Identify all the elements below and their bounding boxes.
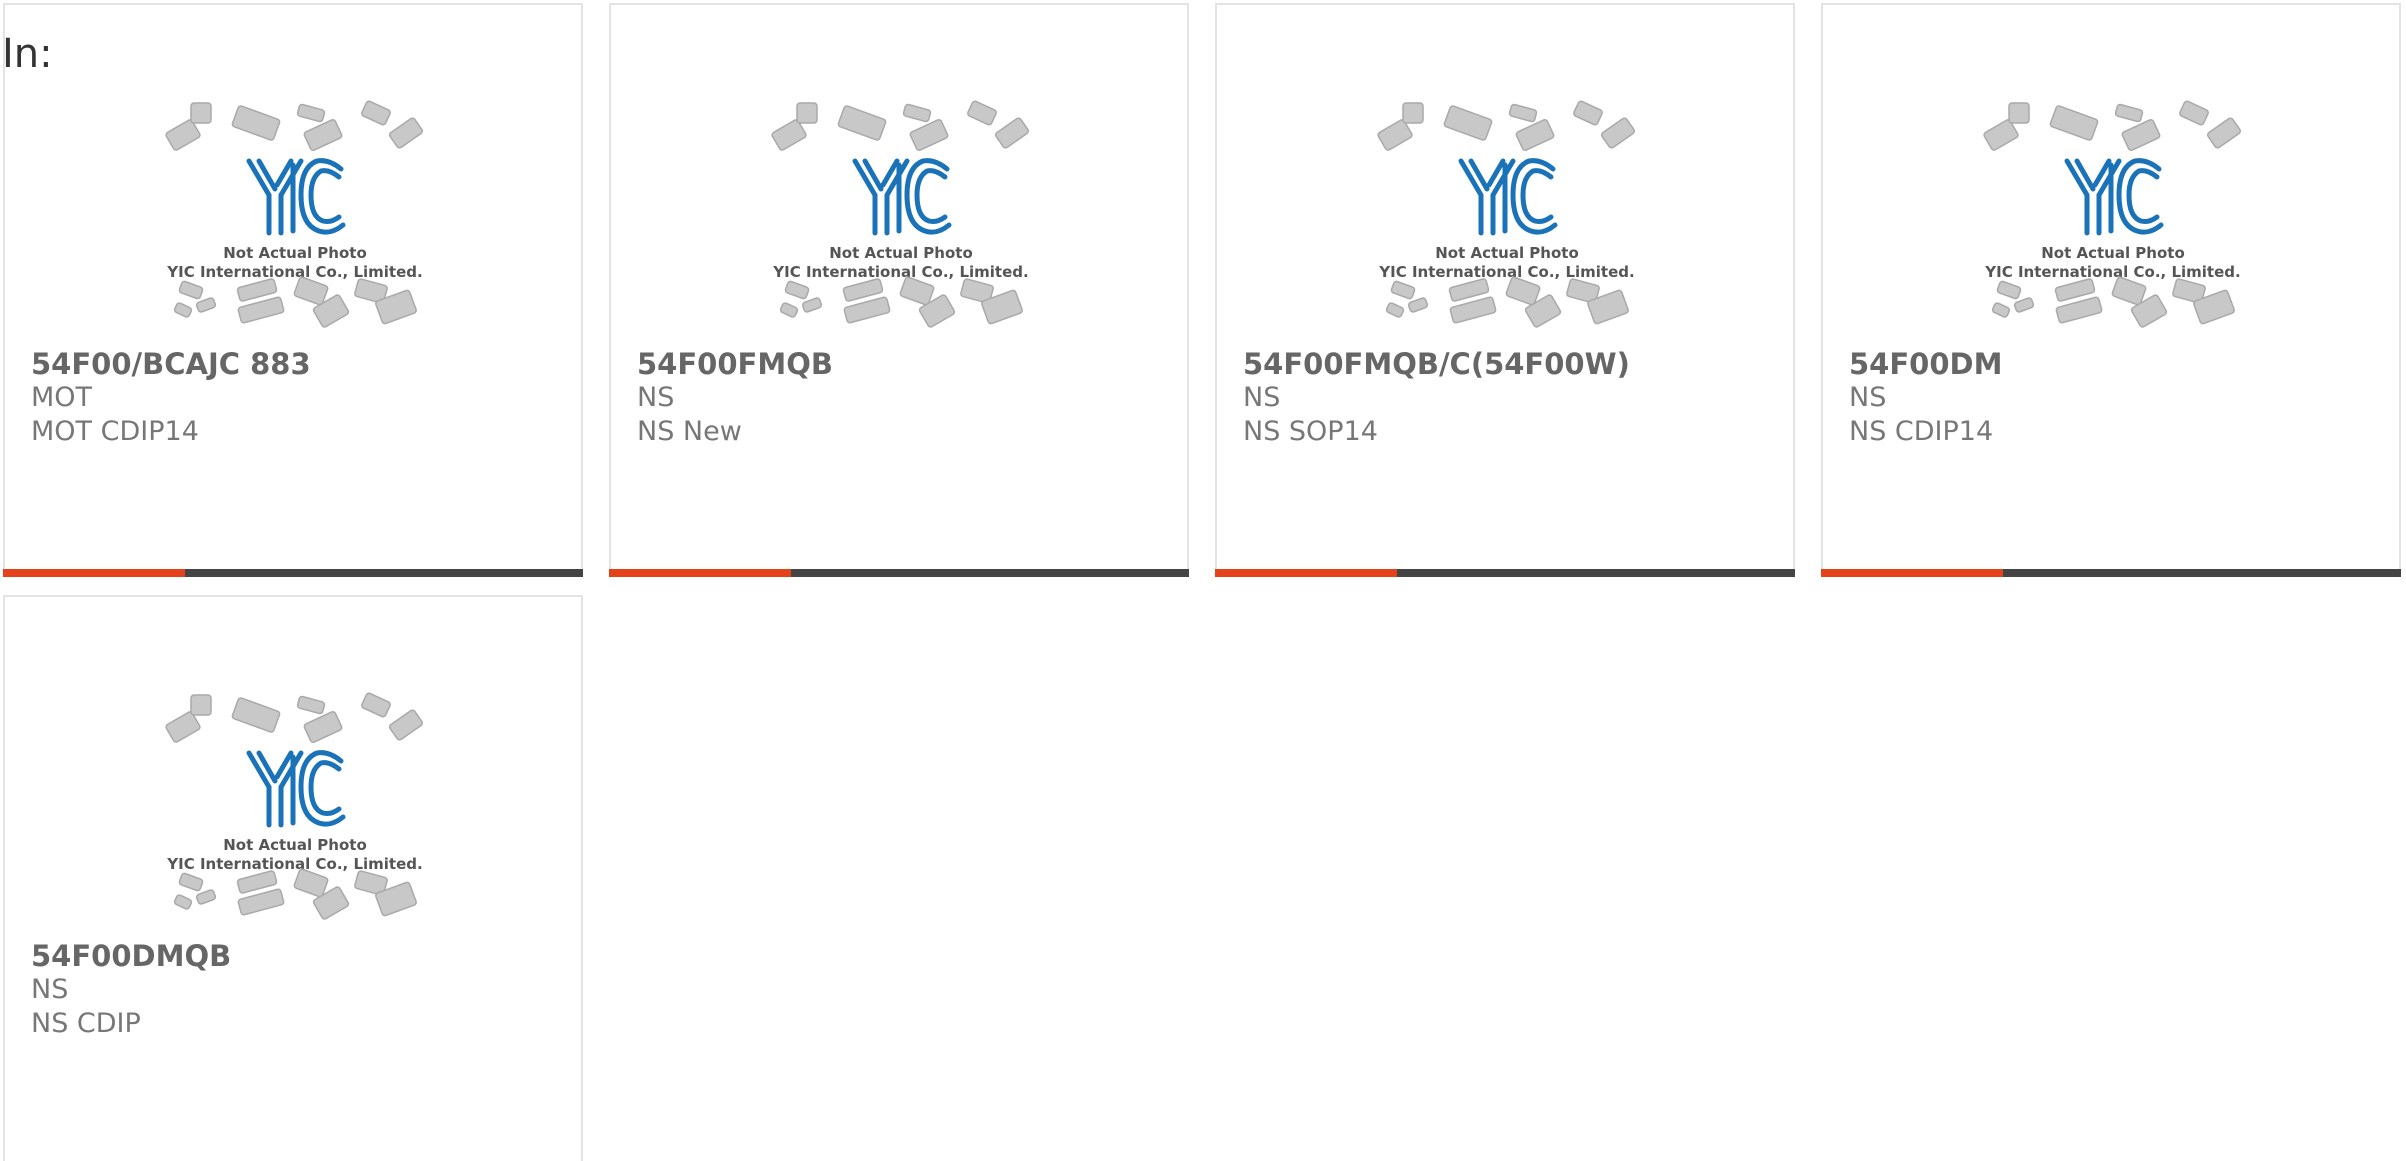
- product-placeholder-image: Not Actual Photo YIC International Co., …: [1373, 95, 1643, 335]
- card-bottom-bar: [1215, 569, 1795, 577]
- svg-text:YIC International Co., Limited: YIC International Co., Limited.: [166, 855, 422, 873]
- product-card[interactable]: Not Actual Photo YIC International Co., …: [1215, 3, 1795, 577]
- yic-logo-icon: [2064, 158, 2164, 236]
- in-label: In:: [2, 31, 53, 77]
- product-placeholder-image: Not Actual Photo YIC International Co., …: [161, 687, 431, 927]
- manufacturer: NS: [637, 382, 675, 413]
- svg-text:YIC International Co., Limited: YIC International Co., Limited.: [1984, 263, 2240, 281]
- package-info: NS CDIP: [31, 1008, 141, 1039]
- package-info: NS New: [637, 416, 742, 447]
- product-info: 54F00/BCAJC 883 MOT MOT CDIP14: [31, 347, 561, 449]
- yic-logo-icon: [246, 750, 346, 828]
- product-results-page: In: Not Actual Photo YIC International C…: [0, 0, 2406, 1161]
- yic-logo-icon: [246, 158, 346, 236]
- part-number[interactable]: 54F00/BCAJC 883: [31, 347, 561, 381]
- product-card[interactable]: Not Actual Photo YIC International Co., …: [609, 3, 1189, 577]
- svg-text:Not Actual Photo: Not Actual Photo: [829, 244, 973, 262]
- manufacturer: NS: [31, 974, 69, 1005]
- package-info: NS CDIP14: [1849, 416, 1994, 447]
- card-bar-accent: [1821, 569, 2003, 577]
- package-info: NS SOP14: [1243, 416, 1378, 447]
- svg-text:YIC International Co., Limited: YIC International Co., Limited.: [1378, 263, 1634, 281]
- package-info: MOT CDIP14: [31, 416, 199, 447]
- card-bar-accent: [609, 569, 791, 577]
- card-bottom-bar: [3, 569, 583, 577]
- part-number[interactable]: 54F00FMQB/C(54F00W): [1243, 347, 1773, 381]
- product-info: 54F00DMQB NS NS CDIP: [31, 939, 561, 1041]
- svg-text:Not Actual Photo: Not Actual Photo: [223, 244, 367, 262]
- product-placeholder-image: Not Actual Photo YIC International Co., …: [161, 95, 431, 335]
- card-bar-accent: [3, 569, 185, 577]
- product-info: 54F00FMQB/C(54F00W) NS NS SOP14: [1243, 347, 1773, 449]
- manufacturer: NS: [1849, 382, 1887, 413]
- svg-text:YIC International Co., Limited: YIC International Co., Limited.: [772, 263, 1028, 281]
- product-info: 54F00DM NS NS CDIP14: [1849, 347, 2379, 449]
- card-bottom-bar: [1821, 569, 2401, 577]
- svg-text:YIC International Co., Limited: YIC International Co., Limited.: [166, 263, 422, 281]
- product-grid: Not Actual Photo YIC International Co., …: [3, 3, 2403, 1161]
- product-info: 54F00FMQB NS NS New: [637, 347, 1167, 449]
- part-number[interactable]: 54F00FMQB: [637, 347, 1167, 381]
- manufacturer: MOT: [31, 382, 93, 413]
- part-number[interactable]: 54F00DMQB: [31, 939, 561, 973]
- part-number[interactable]: 54F00DM: [1849, 347, 2379, 381]
- svg-text:Not Actual Photo: Not Actual Photo: [223, 836, 367, 854]
- manufacturer: NS: [1243, 382, 1281, 413]
- card-bottom-bar: [609, 569, 1189, 577]
- svg-text:Not Actual Photo: Not Actual Photo: [2041, 244, 2185, 262]
- yic-logo-icon: [852, 158, 952, 236]
- product-placeholder-image: Not Actual Photo YIC International Co., …: [1979, 95, 2249, 335]
- product-placeholder-image: Not Actual Photo YIC International Co., …: [767, 95, 1037, 335]
- product-card[interactable]: Not Actual Photo YIC International Co., …: [3, 3, 583, 577]
- product-card[interactable]: Not Actual Photo YIC International Co., …: [3, 595, 583, 1161]
- card-bar-accent: [1215, 569, 1397, 577]
- product-card[interactable]: Not Actual Photo YIC International Co., …: [1821, 3, 2401, 577]
- svg-text:Not Actual Photo: Not Actual Photo: [1435, 244, 1579, 262]
- yic-logo-icon: [1458, 158, 1558, 236]
